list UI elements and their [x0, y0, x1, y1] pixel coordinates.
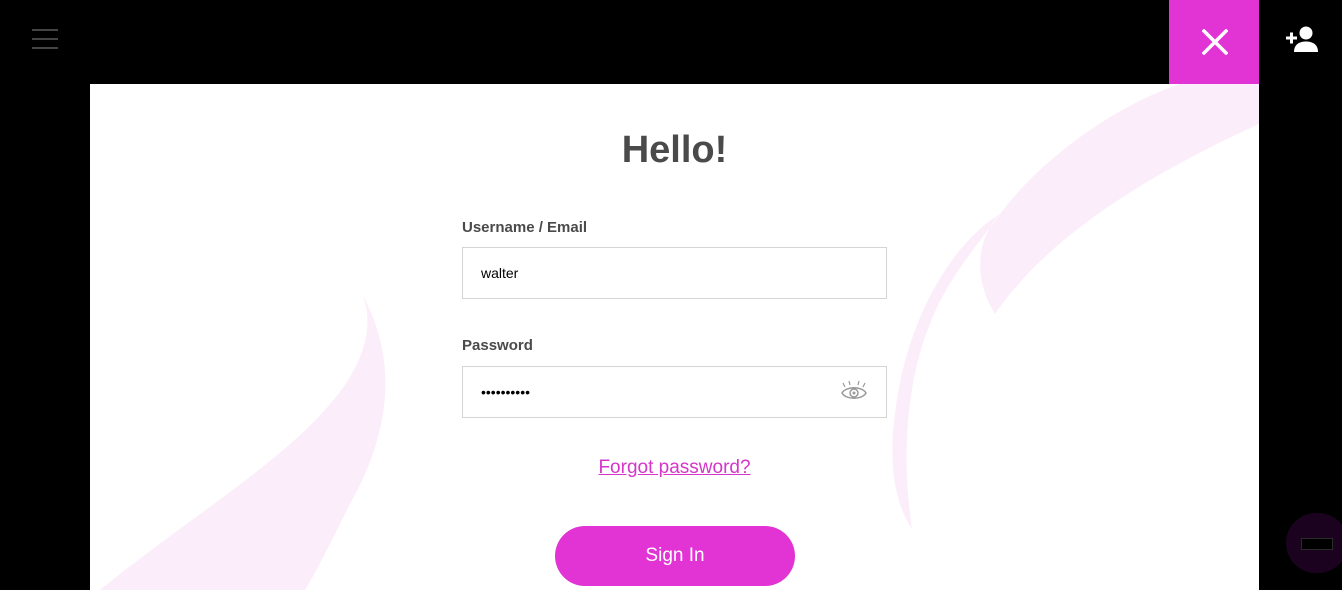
hamburger-line — [32, 29, 58, 31]
username-input[interactable] — [463, 248, 886, 298]
show-password-button[interactable] — [840, 380, 868, 404]
username-field[interactable] — [462, 247, 887, 299]
username-label: Username / Email — [462, 219, 588, 236]
top-bar — [0, 0, 1342, 84]
page-title: Hello! — [621, 129, 728, 171]
add-user-button[interactable] — [1285, 25, 1319, 55]
password-label: Password — [462, 337, 533, 354]
hamburger-line — [32, 38, 58, 40]
sign-in-button[interactable]: Sign In — [555, 526, 795, 586]
chat-widget-button[interactable] — [1286, 513, 1342, 573]
forgot-password-link[interactable]: Forgot password? — [598, 457, 750, 478]
login-modal: Hello! Username / Email Password Forgot … — [90, 84, 1259, 590]
hamburger-menu-icon[interactable] — [32, 29, 58, 49]
close-icon — [1202, 29, 1228, 55]
chat-icon — [1301, 538, 1333, 550]
eye-icon — [841, 380, 867, 399]
forgot-password: Forgot password? — [90, 457, 1259, 479]
close-button[interactable] — [1169, 0, 1259, 84]
password-field[interactable] — [462, 366, 887, 418]
person-add-icon — [1286, 26, 1318, 52]
password-input[interactable] — [463, 367, 886, 417]
hamburger-line — [32, 47, 58, 49]
